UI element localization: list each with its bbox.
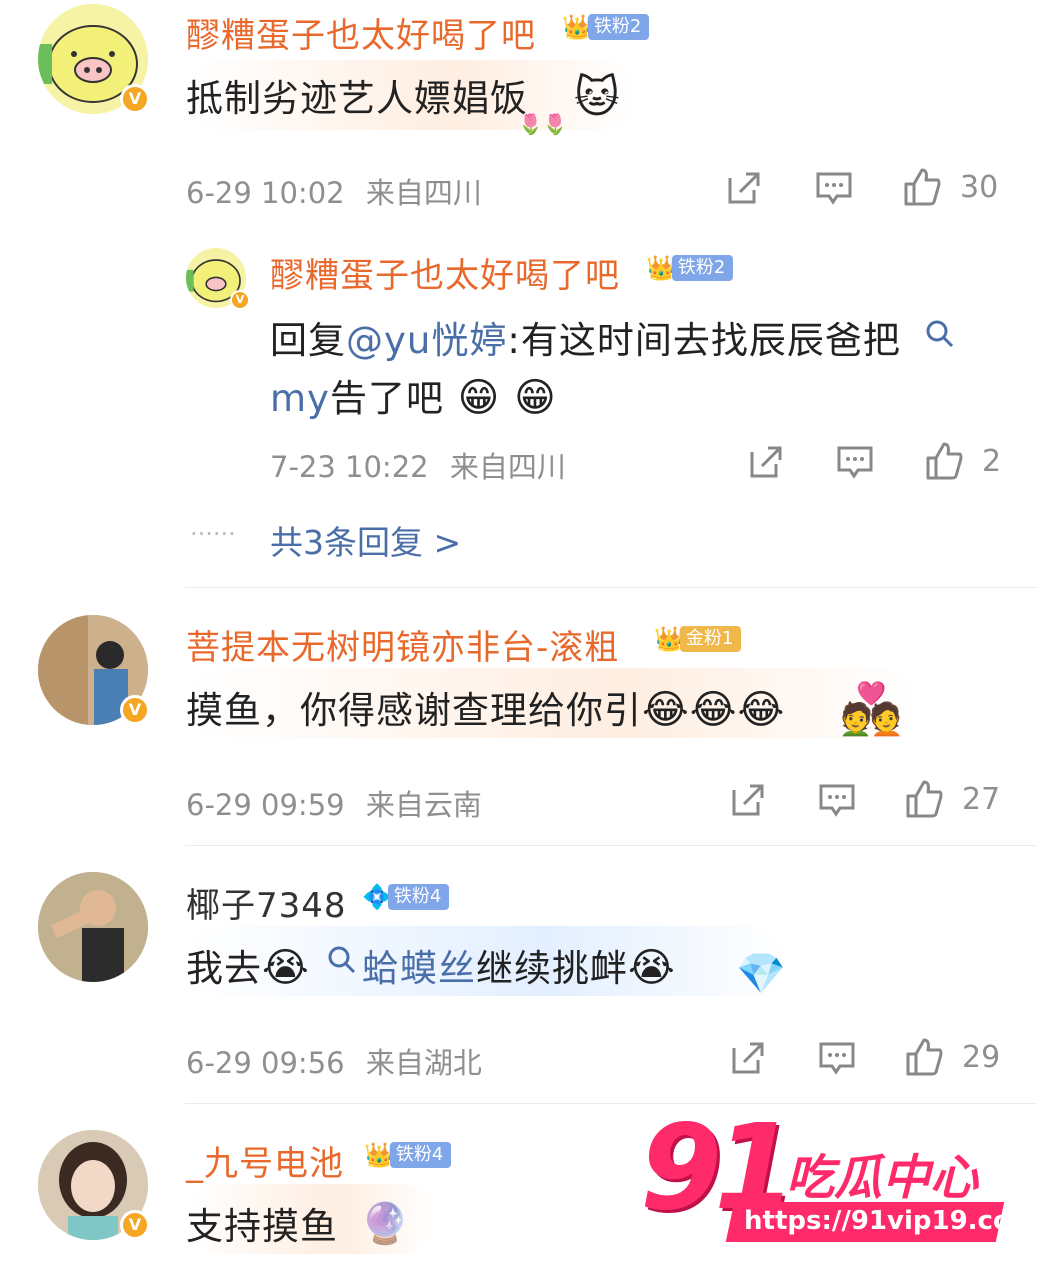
watermark-title: 吃瓜中心 <box>786 1150 979 1206</box>
comment-icon[interactable] <box>815 170 853 206</box>
reply-time: 7-23 10:22 <box>270 450 429 484</box>
comment-text: 抵制劣迹艺人嫖娼饭 <box>186 77 528 120</box>
divider <box>185 845 1037 846</box>
share-icon[interactable] <box>730 782 766 818</box>
ornament-sticker-icon: 🔮 <box>360 1201 410 1247</box>
mention-link-tail[interactable]: 恍婷 <box>431 319 507 362</box>
comment-text-rest: 蛤蟆丝继续挑衅😭 <box>362 938 676 992</box>
verified-icon: V <box>230 290 250 310</box>
photo-avatar-icon <box>38 872 148 982</box>
couple-sticker-icon: 💑 <box>840 680 903 738</box>
verified-icon: V <box>120 695 150 725</box>
fan-badge-label: 铁粉4 <box>389 1142 452 1168</box>
reply-text: 告了吧 <box>329 377 444 420</box>
comment-text-prefix: 我去 <box>186 947 262 990</box>
crying-emoji-icon: 😭 <box>262 945 310 991</box>
comment-location: 来自四川 <box>365 176 482 210</box>
comment-icon[interactable] <box>836 444 874 480</box>
reply-text: :有这时间去找辰辰爸把 <box>507 319 901 362</box>
diamond-sticker-icon: 💎 <box>736 951 786 997</box>
fan-badge: 👑 铁粉2 <box>646 253 734 283</box>
reply-username[interactable]: 醪糟蛋子也太好喝了吧 <box>270 248 620 297</box>
comment-text: 支持摸鱼 <box>186 1205 338 1248</box>
comment-username[interactable]: 椰子7348 <box>186 878 347 927</box>
search-icon[interactable] <box>326 944 358 976</box>
comment-text-content: 摸鱼，你得感谢查理给你引 <box>186 689 642 732</box>
comment-icon[interactable] <box>818 1040 856 1076</box>
fan-badge: 👑 铁粉2 <box>562 12 650 42</box>
share-icon[interactable] <box>730 1040 766 1076</box>
reply-location: 来自四川 <box>449 450 566 484</box>
avatar[interactable] <box>38 872 148 982</box>
comment-location: 来自云南 <box>365 788 482 822</box>
comment-time: 6-29 09:56 <box>186 1046 345 1080</box>
cat-sticker-icon: 🐱 <box>574 72 620 123</box>
like-count: 27 <box>962 782 1001 817</box>
like-count: 2 <box>982 444 1002 479</box>
divider <box>185 587 1037 588</box>
crying-emoji-icon: 😭 <box>628 945 676 991</box>
watermark-url: https://91vip19.com <box>744 1206 1037 1236</box>
fan-badge: 💠 铁粉4 <box>362 882 450 912</box>
comment-time: 6-29 10:02 <box>186 176 345 210</box>
like-count: 29 <box>962 1040 1001 1075</box>
search-link[interactable]: my <box>270 377 330 420</box>
verified-icon: V <box>120 1210 150 1240</box>
reply-text-line2: my告了吧 😁 😁 <box>270 368 557 422</box>
verified-icon: V <box>120 84 150 114</box>
like-icon[interactable] <box>904 778 944 818</box>
comment-text: 我去😭 <box>186 938 310 992</box>
reply-text-line1: 回复@yu恍婷:有这时间去找辰辰爸把 <box>270 310 901 364</box>
comment-location: 来自湖北 <box>365 1046 482 1080</box>
like-icon[interactable] <box>902 166 942 206</box>
comment-username[interactable]: _九号电池 <box>186 1136 344 1185</box>
reply-prefix: 回复 <box>270 319 346 362</box>
fan-badge-label: 金粉1 <box>679 626 742 652</box>
comment-time: 6-29 09:59 <box>186 788 345 822</box>
fan-badge-label: 铁粉2 <box>587 14 650 40</box>
comment-icon[interactable] <box>818 782 856 818</box>
mention-link[interactable]: @yu <box>346 319 431 362</box>
ellipsis-dots: ······ <box>190 520 236 548</box>
like-icon[interactable] <box>924 440 964 480</box>
flower-decoration-icon: 🌷🌷 <box>518 112 568 136</box>
grin-emoji-icon: 😁 😁 <box>443 375 557 421</box>
comment-text: 摸鱼，你得感谢查理给你引😂😂😂 <box>186 680 785 734</box>
fan-badge-label: 铁粉4 <box>387 884 450 910</box>
search-icon[interactable] <box>924 318 956 350</box>
like-count: 30 <box>960 170 999 205</box>
laugh-cry-emoji-icon: 😂😂😂 <box>642 687 786 733</box>
share-icon[interactable] <box>726 170 762 206</box>
share-icon[interactable] <box>748 444 784 480</box>
fan-badge: 👑 金粉1 <box>654 624 742 654</box>
watermark: 91 吃瓜中心 https://91vip19.com <box>640 1098 1037 1254</box>
like-icon[interactable] <box>904 1036 944 1076</box>
fan-badge-label: 铁粉2 <box>671 255 734 281</box>
comment-username[interactable]: 醪糟蛋子也太好喝了吧 <box>186 8 536 57</box>
fan-badge: 👑 铁粉4 <box>364 1140 452 1170</box>
comment-username[interactable]: 菩提本无树明镜亦非台-滚粗 <box>186 620 619 669</box>
topic-link[interactable]: 蛤蟆丝 <box>362 947 476 990</box>
more-replies-link[interactable]: 共3条回复 > <box>270 516 461 564</box>
comment-text-suffix: 继续挑衅 <box>476 947 628 990</box>
